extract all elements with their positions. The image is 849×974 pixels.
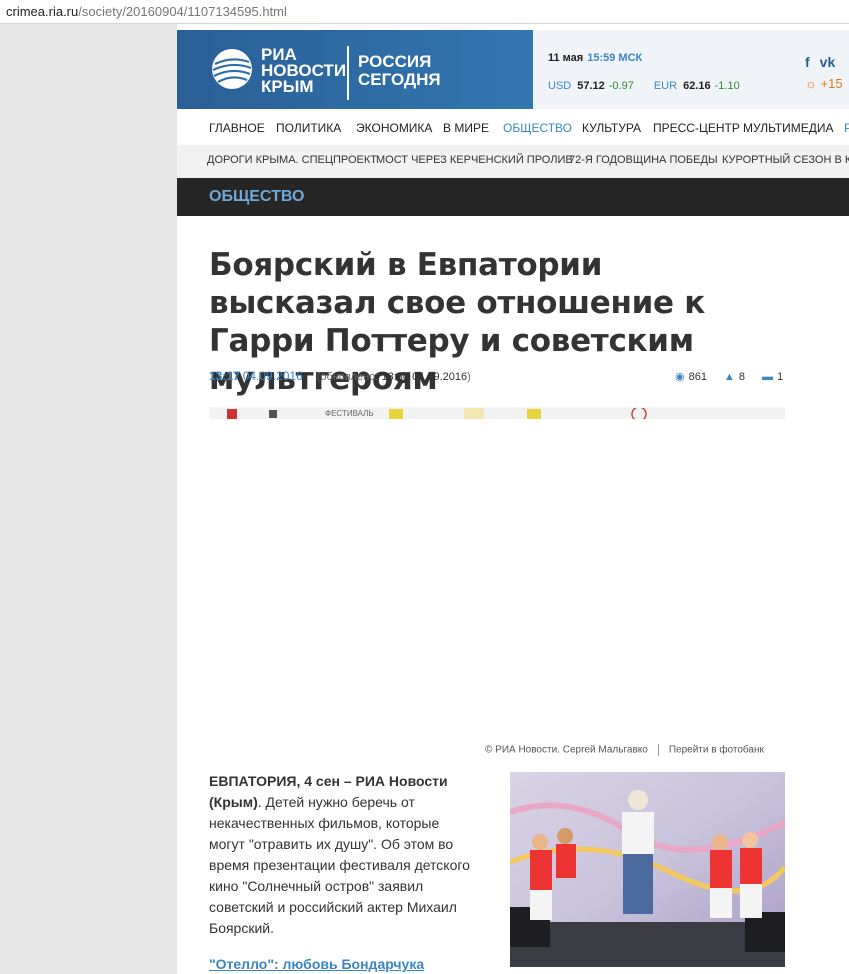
article-counters: ◉ 861 ▲ 8 ▬ 1 xyxy=(675,370,797,383)
photo-strip-art xyxy=(209,407,785,419)
russia-line-2: СЕГОДНЯ xyxy=(358,70,441,89)
article-body-text: . Детей нужно беречь от некачественных ф… xyxy=(209,794,470,936)
vk-icon[interactable]: vk xyxy=(820,54,836,70)
nav-item-multimedia[interactable]: МУЛЬТИМЕДИА xyxy=(743,121,833,135)
nav-item-press-center[interactable]: ПРЕСС-ЦЕНТР xyxy=(653,121,740,135)
photo-credit: © РИА Новости. Сергей Мальгавко Перейти в… xyxy=(485,744,764,756)
views-count: 861 xyxy=(688,371,707,383)
nav-item-world[interactable]: В МИРЕ xyxy=(443,121,489,135)
section-bar: ОБЩЕСТВО xyxy=(177,178,849,216)
eur-change: -1.10 xyxy=(714,80,740,92)
comments-counter[interactable]: ▬ 1 xyxy=(762,371,783,383)
site-header: РИА НОВОСТИ КРЫМ РОССИЯ СЕГОДНЯ 11 мая 15… xyxy=(177,30,849,109)
site-logo-text[interactable]: РИА НОВОСТИ КРЫМ xyxy=(261,46,346,96)
weather-widget[interactable]: ☼ +15 xyxy=(805,76,843,91)
header-date: 11 мая 15:59 МСК xyxy=(548,52,642,64)
thumbs-up-icon: ▲ xyxy=(724,371,735,383)
article-body: ЕВПАТОРИЯ, 4 сен – РИА Новости (Крым). Д… xyxy=(209,771,479,939)
subnav-item-victory[interactable]: 72-Я ГОДОВЩИНА ПОБЕДЫ xyxy=(569,154,718,166)
logo-divider xyxy=(347,46,349,100)
time-text: 15:59 МСК xyxy=(587,52,643,64)
russia-today-logo[interactable]: РОССИЯ СЕГОДНЯ xyxy=(358,53,441,89)
credit-divider xyxy=(657,744,659,756)
eye-icon: ◉ xyxy=(675,371,685,383)
views-counter: ◉ 861 xyxy=(675,371,707,383)
facebook-icon[interactable]: f xyxy=(805,54,810,70)
likes-counter[interactable]: ▲ 8 xyxy=(724,371,745,383)
nav-item-culture[interactable]: КУЛЬТУРА xyxy=(582,121,641,135)
nav-item-society[interactable]: ОБЩЕСТВО xyxy=(503,121,572,135)
usd-value: 57.12 xyxy=(577,80,605,92)
nav-item-main[interactable]: ГЛАВНОЕ xyxy=(209,121,265,135)
article-side-photo[interactable] xyxy=(510,772,785,967)
nav-item-economy[interactable]: ЭКОНОМИКА xyxy=(356,121,432,135)
section-title[interactable]: ОБЩЕСТВО xyxy=(209,188,304,206)
updated-stamp: (обновлено: 13:30 04.09.2016) xyxy=(317,371,471,383)
subnav-item-resort[interactable]: КУРОРТНЫЙ СЕЗОН В КР xyxy=(722,154,849,166)
url-host: crimea.ria.ru xyxy=(6,4,79,19)
eur-label: EUR xyxy=(653,80,678,92)
article-meta: 13:17 04.09.2016 (обновлено: 13:30 04.09.2… xyxy=(209,369,471,383)
russia-line-1: РОССИЯ xyxy=(358,52,432,71)
page: РИА НОВОСТИ КРЫМ РОССИЯ СЕГОДНЯ 11 мая 15… xyxy=(177,24,849,974)
photo-strip-text: ФЕСТИВАЛЬ xyxy=(325,409,374,418)
logo-line-3: КРЫМ xyxy=(261,77,314,96)
ria-globe-logo-icon[interactable] xyxy=(211,48,253,90)
updated-value: 13:30 04.09.2016 xyxy=(381,371,468,383)
url-path: /society/20160904/1107134595.html xyxy=(78,4,287,19)
weather-temp: +15 xyxy=(820,76,843,91)
currency-rates: USD 57.12 -0.97 EUR 62.16 -1.10 xyxy=(548,80,760,92)
social-links: f vk xyxy=(805,54,845,70)
sub-nav: ДОРОГИ КРЫМА. СПЕЦПРОЕКТ МОСТ ЧЕРЕЗ КЕРЧ… xyxy=(177,145,849,178)
main-photo-strip[interactable]: ФЕСТИВАЛЬ xyxy=(209,407,785,419)
nav-item-more[interactable]: Р xyxy=(844,121,849,135)
url-text[interactable]: crimea.ria.ru/society/20160904/110713459… xyxy=(6,4,287,19)
page-gutter xyxy=(0,24,177,974)
sun-icon: ☼ xyxy=(805,76,817,91)
date-text: 11 мая xyxy=(548,52,584,64)
publish-date[interactable]: 04.09.2016 xyxy=(243,369,303,383)
main-nav: ГЛАВНОЕ ПОЛИТИКА ЭКОНОМИКА В МИРЕ ОБЩЕСТ… xyxy=(177,109,849,146)
subnav-item-roads[interactable]: ДОРОГИ КРЫМА. СПЕЦПРОЕКТ xyxy=(207,154,377,166)
comment-icon: ▬ xyxy=(762,371,774,383)
nav-item-politics[interactable]: ПОЛИТИКА xyxy=(276,121,341,135)
browser-address-bar[interactable]: crimea.ria.ru/society/20160904/110713459… xyxy=(0,0,849,24)
related-article-link[interactable]: "Отелло": любовь Бондарчука xyxy=(209,956,424,972)
comments-count: 1 xyxy=(777,371,784,383)
updated-prefix: (обновлено: xyxy=(316,371,382,383)
credit-text: © РИА Новости. Сергей Мальгавко xyxy=(485,744,648,756)
header-info-panel xyxy=(533,30,849,109)
subnav-item-bridge[interactable]: МОСТ ЧЕРЕЗ КЕРЧЕНСКИЙ ПРОЛИВ xyxy=(376,154,573,166)
publish-time: 13:17 xyxy=(209,369,240,383)
likes-count: 8 xyxy=(738,371,746,383)
photobank-link[interactable]: Перейти в фотобанк xyxy=(669,745,764,756)
usd-label: USD xyxy=(548,80,572,92)
eur-value: 62.16 xyxy=(683,80,711,92)
usd-change: -0.97 xyxy=(608,80,634,92)
updated-suffix: ) xyxy=(467,371,471,383)
